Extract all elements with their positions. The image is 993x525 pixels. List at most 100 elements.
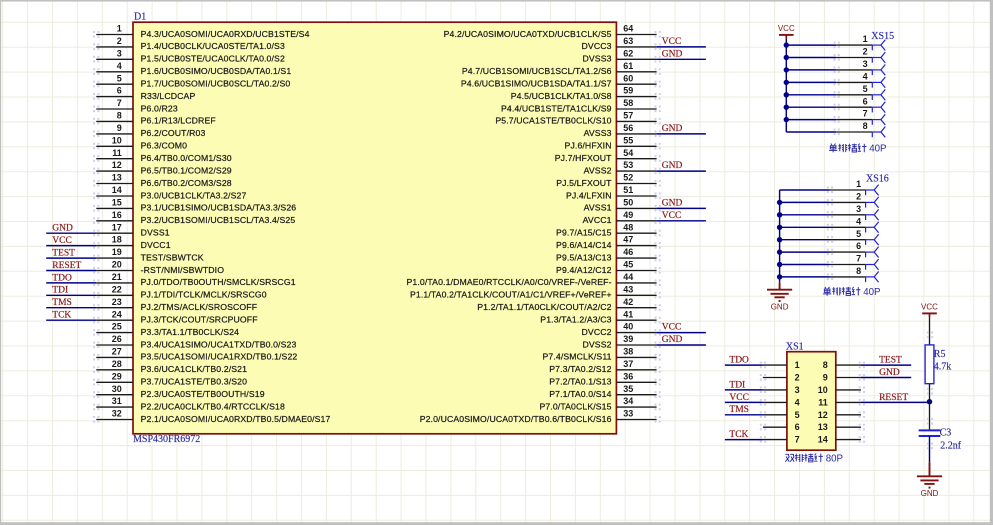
svg-text:5: 5	[795, 410, 800, 420]
svg-text:GND: GND	[52, 224, 73, 234]
svg-text:VCC: VCC	[921, 302, 938, 311]
svg-text:2: 2	[863, 47, 868, 57]
svg-text:19: 19	[112, 247, 122, 257]
svg-text:P7.0/TA0CLK/S15: P7.0/TA0CLK/S15	[539, 401, 611, 411]
svg-text:40: 40	[623, 322, 633, 332]
svg-text:P4.6/UCB1SIMO/UCB1SDA/TA1.1/S7: P4.6/UCB1SIMO/UCB1SDA/TA1.1/S7	[461, 79, 612, 89]
svg-text:P7.3/TA0.2/S12: P7.3/TA0.2/S12	[549, 364, 611, 374]
svg-text:VCC: VCC	[662, 211, 682, 221]
svg-text:7: 7	[863, 109, 868, 119]
svg-text:43: 43	[623, 284, 633, 294]
svg-text:P4.3/UCA0SOMI/UCA0RXD/UCB1STE/: P4.3/UCA0SOMI/UCA0RXD/UCB1STE/S4	[141, 29, 310, 39]
svg-text:P6.0/R23: P6.0/R23	[141, 103, 178, 113]
svg-text:21: 21	[112, 272, 122, 282]
svg-text:61: 61	[623, 61, 633, 71]
svg-text:P1.4/UCB0CLK/UCA0STE/TA1.0/S3: P1.4/UCB0CLK/UCA0STE/TA1.0/S3	[141, 41, 285, 51]
svg-text:40P: 40P	[863, 287, 880, 298]
svg-text:38: 38	[623, 347, 633, 357]
svg-text:P4.5/UCB1CLK/TA1.0/S8: P4.5/UCB1CLK/TA1.0/S8	[511, 91, 612, 101]
svg-text:P3.3/TA1.1/TB0CLK/S24: P3.3/TA1.1/TB0CLK/S24	[141, 327, 240, 337]
svg-text:14: 14	[112, 185, 122, 195]
svg-text:DVCC3: DVCC3	[582, 41, 612, 51]
svg-text:TEST: TEST	[52, 249, 75, 259]
svg-text:P9.5/A13/C13: P9.5/A13/C13	[556, 252, 612, 262]
svg-text:TCK: TCK	[729, 430, 748, 440]
svg-text:47: 47	[623, 235, 633, 245]
svg-text:26: 26	[112, 334, 122, 344]
svg-text:13: 13	[112, 173, 122, 183]
svg-text:4: 4	[863, 72, 868, 82]
svg-text:8: 8	[117, 111, 122, 121]
svg-text:DVCC1: DVCC1	[141, 240, 171, 250]
svg-text:PJ.1/TDI/TCLK/MCLK/SRSCG0: PJ.1/TDI/TCLK/MCLK/SRSCG0	[141, 290, 267, 300]
svg-text:41: 41	[623, 309, 633, 319]
svg-text:54: 54	[623, 148, 633, 158]
svg-text:46: 46	[623, 247, 633, 257]
svg-text:PJ.4/LFXIN: PJ.4/LFXIN	[566, 190, 612, 200]
svg-text:2: 2	[117, 36, 122, 46]
svg-text:14: 14	[818, 435, 828, 445]
svg-text:6: 6	[795, 422, 800, 432]
svg-text:4: 4	[856, 216, 861, 226]
svg-text:P7.2/TA0.1/S13: P7.2/TA0.1/S13	[549, 377, 611, 387]
svg-text:49: 49	[623, 210, 633, 220]
svg-text:3: 3	[795, 385, 800, 395]
svg-text:DVSS3: DVSS3	[583, 54, 612, 64]
svg-text:P1.3/TA1.2/A3/C3: P1.3/TA1.2/A3/C3	[540, 315, 611, 325]
svg-text:P6.6/TB0.2/COM3/S28: P6.6/TB0.2/COM3/S28	[141, 178, 232, 188]
svg-text:27: 27	[112, 347, 122, 357]
svg-text:7: 7	[856, 254, 861, 264]
svg-text:VCC: VCC	[729, 393, 749, 403]
svg-text:10: 10	[112, 135, 122, 145]
svg-text:6: 6	[856, 241, 861, 251]
svg-text:3: 3	[117, 48, 122, 58]
svg-text:31: 31	[112, 396, 122, 406]
svg-text:5: 5	[856, 229, 861, 239]
svg-text:RESET: RESET	[879, 393, 908, 403]
svg-text:AVCC1: AVCC1	[583, 215, 612, 225]
svg-text:P3.2/UCB1SOMI/UCB1SCL/TA3.4/S2: P3.2/UCB1SOMI/UCB1SCL/TA3.4/S25	[141, 215, 296, 225]
svg-text:56: 56	[623, 123, 633, 133]
svg-text:GND: GND	[662, 335, 683, 345]
svg-text:XS15: XS15	[871, 31, 894, 42]
svg-text:40P: 40P	[869, 144, 886, 155]
svg-text:63: 63	[623, 36, 633, 46]
svg-text:P2.1/UCA0SOMI/UCA0RXD/TB0.5/DM: P2.1/UCA0SOMI/UCA0RXD/TB0.5/DMAE0/S17	[141, 414, 331, 424]
svg-text:R5: R5	[934, 349, 946, 360]
svg-text:P6.2/COUT/R03: P6.2/COUT/R03	[141, 128, 206, 138]
svg-text:20: 20	[112, 260, 122, 270]
svg-text:TDI: TDI	[729, 380, 745, 390]
svg-text:TDI: TDI	[52, 286, 68, 296]
svg-text:6: 6	[863, 96, 868, 106]
svg-text:TMS: TMS	[52, 298, 72, 308]
svg-text:P2.3/UCA0STE/TB0OUTH/S19: P2.3/UCA0STE/TB0OUTH/S19	[141, 389, 265, 399]
svg-text:36: 36	[623, 371, 633, 381]
svg-text:PJ.3/TCK/COUT/SRCPUOFF: PJ.3/TCK/COUT/SRCPUOFF	[141, 315, 258, 325]
svg-text:1: 1	[863, 34, 868, 44]
svg-text:P1.2/TA1.1/TA0CLK/COUT/A2/C2: P1.2/TA1.1/TA0CLK/COUT/A2/C2	[477, 302, 611, 312]
svg-text:23: 23	[112, 297, 122, 307]
svg-text:DVSS2: DVSS2	[583, 339, 612, 349]
svg-text:15: 15	[112, 198, 122, 208]
svg-text:PJ.0/TDO/TB0OUTH/SMCLK/SRSCG1: PJ.0/TDO/TB0OUTH/SMCLK/SRSCG1	[141, 277, 296, 287]
svg-text:GND: GND	[662, 199, 683, 209]
svg-text:AVSS3: AVSS3	[584, 128, 612, 138]
svg-text:PJ.2/TMS/ACLK/SROSCOFF: PJ.2/TMS/ACLK/SROSCOFF	[141, 302, 258, 312]
svg-text:P3.7/UCA1STE/TB0.3/S20: P3.7/UCA1STE/TB0.3/S20	[141, 377, 248, 387]
svg-text:XS1: XS1	[786, 341, 804, 352]
svg-text:11: 11	[818, 397, 828, 407]
svg-text:8: 8	[863, 121, 868, 131]
svg-text:45: 45	[623, 260, 633, 270]
svg-text:P6.3/COM0: P6.3/COM0	[141, 141, 188, 151]
svg-text:P2.0/UCA0SIMO/UCA0TXD/TB0.6/TB: P2.0/UCA0SIMO/UCA0TXD/TB0.6/TB0CLK/S16	[420, 414, 612, 424]
svg-text:P1.0/TA0.1/DMAE0/RTCCLK/A0/C0/: P1.0/TA0.1/DMAE0/RTCCLK/A0/C0/VREF-/VeRE…	[407, 277, 612, 287]
svg-text:P1.1/TA0.2/TA1CLK/COUT/A1/C1/V: P1.1/TA0.2/TA1CLK/COUT/A1/C1/VREF+/VeREF…	[410, 290, 612, 300]
svg-text:6: 6	[117, 86, 122, 96]
svg-text:P5.7/UCA1STE/TB0CLK/S10: P5.7/UCA1STE/TB0CLK/S10	[495, 116, 611, 126]
svg-text:12: 12	[112, 160, 122, 170]
svg-text:GND: GND	[662, 49, 683, 59]
svg-text:C3: C3	[940, 427, 952, 438]
svg-text:4: 4	[795, 397, 800, 407]
svg-text:12: 12	[818, 410, 828, 420]
svg-text:P6.4/TB0.0/COM1/S30: P6.4/TB0.0/COM1/S30	[141, 153, 232, 163]
